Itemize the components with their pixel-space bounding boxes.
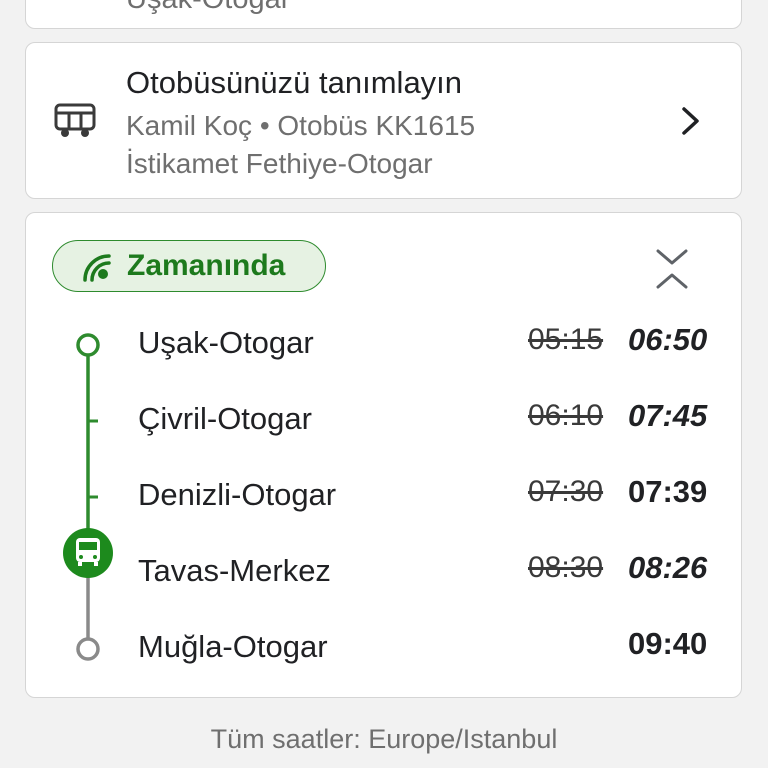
actual-time: 09:40 xyxy=(628,626,708,661)
actual-time: 06:50 xyxy=(628,322,708,357)
bus-position-icon xyxy=(63,528,113,578)
bus-destination: İstikamet Fethiye-Otogar xyxy=(126,148,433,179)
timezone-note: Tüm saatler: Europe/Istanbul xyxy=(210,724,558,754)
scheduled-time: 08:30 xyxy=(528,551,604,584)
chevron-right-icon[interactable] xyxy=(680,106,702,136)
scheduled-time: 07:30 xyxy=(528,475,604,508)
previous-stop-card: Uşak-Otogar xyxy=(25,0,742,29)
identify-bus-card[interactable]: Otobüsünüzü tanımlayın Kamil Koç • Otobü… xyxy=(25,42,742,199)
bus-icon xyxy=(54,103,96,137)
stop-name: Denizli-Otogar xyxy=(138,477,337,512)
stops-card: Zamanında Uşak-Otogar 05:15 06:50 Çivril… xyxy=(25,212,742,698)
identify-bus-title: Otobüsünüzü tanımlayın xyxy=(126,65,463,100)
route-timeline xyxy=(63,333,113,661)
stop-name: Çivril-Otogar xyxy=(138,401,312,436)
stop-name: Tavas-Merkez xyxy=(138,553,331,588)
stop-marker-destination xyxy=(76,637,100,661)
stop-name: Uşak-Otogar xyxy=(138,325,314,360)
collapse-icon[interactable] xyxy=(652,247,692,291)
actual-time: 07:45 xyxy=(628,398,708,433)
scheduled-time: 06:10 xyxy=(528,399,604,432)
previous-card-text: Uşak-Otogar xyxy=(126,0,290,16)
actual-time: 07:39 xyxy=(628,474,708,509)
stop-name: Muğla-Otogar xyxy=(138,629,328,664)
actual-time: 08:26 xyxy=(628,550,708,585)
scheduled-time: 05:15 xyxy=(528,323,604,356)
stop-marker-origin xyxy=(76,333,100,357)
bus-operator-and-number: Kamil Koç • Otobüs KK1615 xyxy=(126,110,476,141)
